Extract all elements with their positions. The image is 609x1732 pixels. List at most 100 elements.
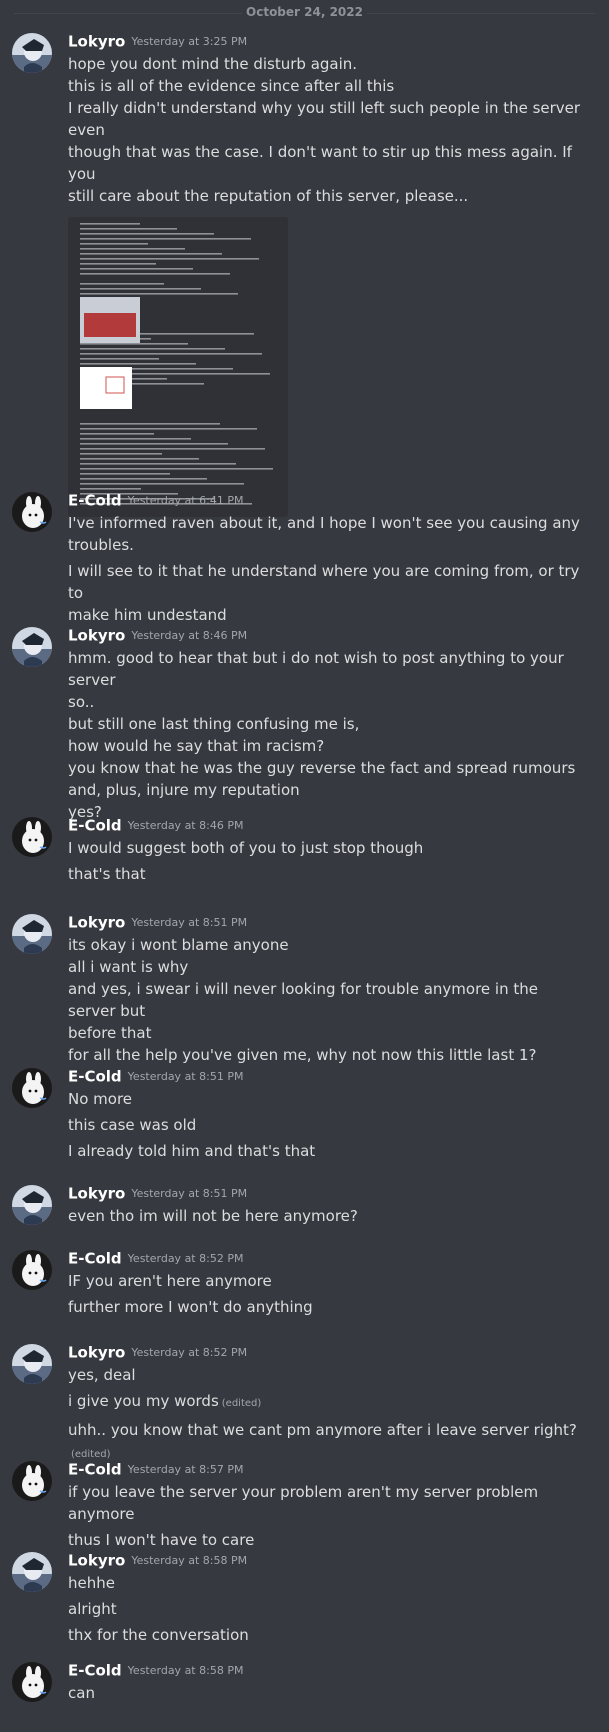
message-timestamp: Yesterday at 6:41 PM <box>127 494 244 507</box>
message-text: you know that he was the guy reverse the… <box>68 759 576 777</box>
message-text: how would he say that im racism? <box>68 737 325 755</box>
screenshot-evidence-image[interactable] <box>68 217 288 517</box>
message-content: No more this case was old I already told h… <box>68 1088 588 1162</box>
ecold-avatar[interactable] <box>12 492 52 532</box>
ecold-avatar[interactable] <box>12 1662 52 1702</box>
message-content: can <box>68 1682 588 1704</box>
username[interactable]: Lokyro <box>68 1552 125 1570</box>
message-text: hehhe <box>68 1574 115 1592</box>
ecold-avatar[interactable] <box>12 1250 52 1290</box>
message-text: hmm. good to hear that but i do not wish… <box>68 649 564 689</box>
message-text: its okay i wont blame anyone <box>68 936 289 954</box>
message-text: before that <box>68 1024 152 1042</box>
message-timestamp: Yesterday at 8:57 PM <box>127 1463 244 1476</box>
message-text: and, plus, injure my reputation <box>68 781 300 799</box>
message-text: hope you dont mind the disturb again. <box>68 55 358 73</box>
message-text: can <box>68 1684 95 1702</box>
ecold-avatar[interactable] <box>12 817 52 857</box>
message-content: hope you dont mind the disturb again. thi… <box>68 53 588 517</box>
message-content: yes, deal i give you my words (edited) uhh.… <box>68 1364 588 1466</box>
message-text: thus I won't have to care <box>68 1531 255 1549</box>
message-text: i give you my words (edited) <box>68 1392 262 1410</box>
message-timestamp: Yesterday at 3:25 PM <box>131 35 248 48</box>
message-content: hmm. good to hear that but i do not wish… <box>68 647 588 823</box>
message-text: that's that <box>68 865 146 883</box>
username[interactable]: Lokyro <box>68 1344 125 1362</box>
message-text: for all the help you've given me, why no… <box>68 1046 537 1064</box>
message-content: I've informed raven about it, and I hope… <box>68 512 588 626</box>
message-header: Lokyro Yesterday at 8:52 PM <box>68 1342 247 1364</box>
message-header: Lokyro Yesterday at 8:51 PM <box>68 1183 247 1205</box>
message-content: its okay i wont blame anyone all i want i… <box>68 934 588 1066</box>
date-divider-label: October 24, 2022 <box>242 5 367 19</box>
message-text: I really didn't understand why you still… <box>68 99 581 139</box>
message-text: further more I won't do anything <box>68 1298 313 1316</box>
username[interactable]: E-Cold <box>68 1250 122 1268</box>
message-header: Lokyro Yesterday at 8:58 PM <box>68 1550 247 1572</box>
message-text: this is all of the evidence since after … <box>68 77 395 95</box>
message-header: E-Cold Yesterday at 8:52 PM <box>68 1248 243 1270</box>
message-timestamp: Yesterday at 8:51 PM <box>127 1070 244 1083</box>
message-header: E-Cold Yesterday at 8:51 PM <box>68 1066 243 1088</box>
message-header: E-Cold Yesterday at 8:57 PM <box>68 1459 243 1481</box>
lokyro-avatar[interactable] <box>12 1552 52 1592</box>
lokyro-avatar[interactable] <box>12 1344 52 1384</box>
message-text: if you leave the server your problem are… <box>68 1483 539 1523</box>
username[interactable]: Lokyro <box>68 914 125 932</box>
message-timestamp: Yesterday at 8:52 PM <box>131 1346 248 1359</box>
message-header: Lokyro Yesterday at 3:25 PM <box>68 31 247 53</box>
username[interactable]: E-Cold <box>68 1068 122 1086</box>
message-text: thx for the conversation <box>68 1626 249 1644</box>
message-timestamp: Yesterday at 8:51 PM <box>131 916 248 929</box>
message-text: yes, deal <box>68 1366 136 1384</box>
ecold-avatar[interactable] <box>12 1068 52 1108</box>
message-text: but still one last thing confusing me is… <box>68 715 360 733</box>
username[interactable]: E-Cold <box>68 492 122 510</box>
message-content: if you leave the server your problem are… <box>68 1481 588 1551</box>
message-timestamp: Yesterday at 8:52 PM <box>127 1252 244 1265</box>
message-text: troubles. <box>68 536 134 554</box>
message-text: so.. <box>68 693 95 711</box>
username[interactable]: E-Cold <box>68 1662 122 1680</box>
message-text: this case was old <box>68 1116 197 1134</box>
username[interactable]: Lokyro <box>68 33 125 51</box>
message-timestamp: Yesterday at 8:46 PM <box>127 819 244 832</box>
message-content: I would suggest both of you to just stop… <box>68 837 588 885</box>
username[interactable]: E-Cold <box>68 817 122 835</box>
message-text: I will see to it that he understand wher… <box>68 562 580 602</box>
message-text: still care about the reputation of this … <box>68 187 469 205</box>
message-timestamp: Yesterday at 8:58 PM <box>131 1554 248 1567</box>
message-text: No more <box>68 1090 133 1108</box>
message-text: I've informed raven about it, and I hope… <box>68 514 580 532</box>
message-text: though that was the case. I don't want t… <box>68 143 572 183</box>
username[interactable]: Lokyro <box>68 1185 125 1203</box>
message-text: IF you aren't here anymore <box>68 1272 272 1290</box>
message-text: make him undestand <box>68 606 227 624</box>
username[interactable]: E-Cold <box>68 1461 122 1479</box>
message-timestamp: Yesterday at 8:46 PM <box>131 629 248 642</box>
lokyro-avatar[interactable] <box>12 33 52 73</box>
message-header: Lokyro Yesterday at 8:46 PM <box>68 625 247 647</box>
message-header: E-Cold Yesterday at 6:41 PM <box>68 490 243 512</box>
message-text: even tho im will not be here anymore? <box>68 1207 358 1225</box>
message-text: all i want is why <box>68 958 189 976</box>
message-timestamp: Yesterday at 8:58 PM <box>127 1664 244 1677</box>
lokyro-avatar[interactable] <box>12 914 52 954</box>
message-text: alright <box>68 1600 117 1618</box>
message-text: I already told him and that's that <box>68 1142 316 1160</box>
chat-log: October 24, 2022 Lokyro Yesterday at 3:25… <box>0 0 609 1732</box>
message-timestamp: Yesterday at 8:51 PM <box>131 1187 248 1200</box>
message-text: I would suggest both of you to just stop… <box>68 839 424 857</box>
username[interactable]: Lokyro <box>68 627 125 645</box>
edited-marker: (edited) <box>221 1398 262 1409</box>
message-content: even tho im will not be here anymore? <box>68 1205 588 1227</box>
lokyro-avatar[interactable] <box>12 1185 52 1225</box>
message-text: and yes, i swear i will never looking fo… <box>68 980 538 1020</box>
message-content: hehhe alright thx for the conversation <box>68 1572 588 1646</box>
message-content: IF you aren't here anymore further more I… <box>68 1270 588 1318</box>
ecold-avatar[interactable] <box>12 1461 52 1501</box>
message-header: Lokyro Yesterday at 8:51 PM <box>68 912 247 934</box>
message-header: E-Cold Yesterday at 8:46 PM <box>68 815 243 837</box>
date-divider: October 24, 2022 <box>0 5 609 19</box>
lokyro-avatar[interactable] <box>12 627 52 667</box>
